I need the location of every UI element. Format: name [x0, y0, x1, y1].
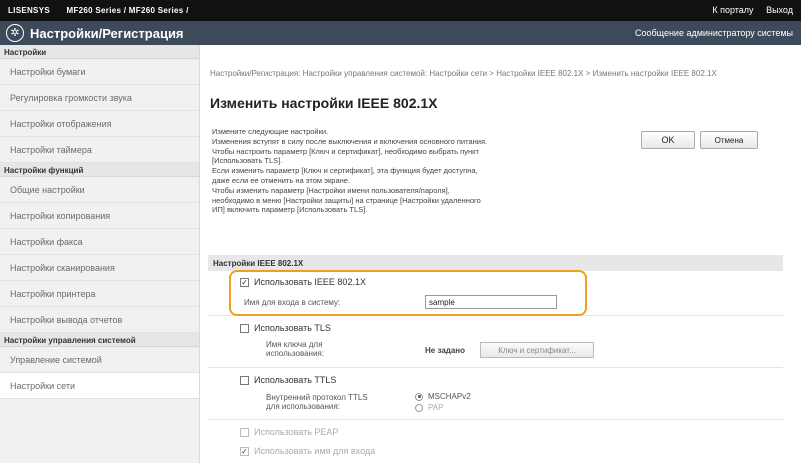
- main-content: Настройки/Регистрация: Настройки управле…: [200, 45, 801, 463]
- brand-name: LISENSYS: [8, 6, 50, 15]
- page-header-title: Настройки/Регистрация: [30, 26, 184, 41]
- portal-link[interactable]: К порталу: [712, 5, 753, 15]
- title-bar: ✲ Настройки/Регистрация Сообщение админи…: [0, 21, 801, 45]
- ttls-option-mschapv2[interactable]: MSCHAPv2: [415, 392, 471, 401]
- logout-link[interactable]: Выход: [766, 5, 793, 15]
- sidebar-item-display[interactable]: Настройки отображения: [0, 111, 199, 137]
- sidebar-item-system-management[interactable]: Управление системой: [0, 347, 199, 373]
- key-certificate-button[interactable]: Ключ и сертификат...: [480, 342, 594, 358]
- ok-button[interactable]: OK: [641, 131, 695, 149]
- ttls-option-label: MSCHAPv2: [428, 392, 471, 401]
- settings-gear-icon: ✲: [6, 24, 24, 42]
- key-name-label-line: Имя ключа для: [266, 340, 323, 349]
- sidebar-item-timer[interactable]: Настройки таймера: [0, 137, 199, 163]
- sidebar-item-network[interactable]: Настройки сети: [0, 373, 199, 399]
- key-name-label: Имя ключа для использования:: [266, 340, 324, 358]
- sidebar-group-heading: Настройки управления системой: [0, 333, 199, 347]
- model-name: MF260 Series / MF260 Series /: [66, 6, 189, 15]
- sidebar-item-scan[interactable]: Настройки сканирования: [0, 255, 199, 281]
- divider: [208, 367, 783, 368]
- section-heading: Настройки IEEE 802.1X: [208, 255, 783, 271]
- description-line: даже если ее отменить на этом экране.: [212, 175, 351, 185]
- use-peap-checkbox[interactable]: [240, 427, 249, 437]
- use-tls-checkbox[interactable]: [240, 323, 249, 333]
- description-line: ИП] включить параметр [Использовать TLS]…: [212, 205, 368, 215]
- use-login-name-row: Использовать имя для входа: [240, 446, 375, 456]
- top-bar: LISENSYS MF260 Series / MF260 Series / К…: [0, 0, 801, 21]
- ttls-option-label: PAP: [428, 403, 444, 412]
- use-peap-label: Использовать PEAP: [254, 427, 339, 437]
- sidebar: Настройки Настройки бумаги Регулировка г…: [0, 45, 200, 463]
- sidebar-item-copy[interactable]: Настройки копирования: [0, 203, 199, 229]
- description-line: [Использовать TLS].: [212, 156, 283, 166]
- sidebar-item-fax[interactable]: Настройки факса: [0, 229, 199, 255]
- key-name-value: Не задано: [425, 346, 466, 355]
- breadcrumb: Настройки/Регистрация: Настройки управле…: [210, 69, 717, 78]
- use-ttls-label: Использовать TTLS: [254, 375, 337, 385]
- highlight-frame: [229, 270, 587, 316]
- use-tls-row: Использовать TLS: [240, 323, 331, 333]
- sidebar-item-volume[interactable]: Регулировка громкости звука: [0, 85, 199, 111]
- sidebar-item-paper[interactable]: Настройки бумаги: [0, 59, 199, 85]
- description-line: Чтобы настроить параметр [Ключ и сертифи…: [212, 146, 479, 156]
- sidebar-item-reports[interactable]: Настройки вывода отчетов: [0, 307, 199, 333]
- use-ttls-row: Использовать TTLS: [240, 375, 336, 385]
- use-ttls-checkbox[interactable]: [240, 375, 249, 385]
- ttls-protocol-label-line: Внутренний протокол TTLS: [266, 393, 368, 402]
- use-login-name-label: Использовать имя для входа: [254, 446, 376, 456]
- page-title: Изменить настройки IEEE 802.1X: [210, 95, 438, 111]
- device-model: LISENSYS MF260 Series / MF260 Series /: [8, 6, 189, 15]
- radio-button[interactable]: [415, 392, 423, 401]
- description-line: Чтобы изменить параметр [Настройки имени…: [212, 185, 450, 195]
- description-line: необходимо в меню [Настройки защиты] на …: [212, 195, 481, 205]
- divider: [208, 419, 783, 420]
- key-name-label-line: использования:: [266, 349, 324, 358]
- cancel-button[interactable]: Отмена: [700, 131, 758, 149]
- description-line: Изменения вступят в силу после выключени…: [212, 136, 488, 146]
- admin-message-link[interactable]: Сообщение администратору системы: [635, 28, 793, 38]
- description-line: Измените следующие настройки.: [212, 127, 329, 136]
- sidebar-group-heading: Настройки функций: [0, 163, 199, 177]
- ttls-option-pap[interactable]: PAP: [415, 403, 443, 412]
- sidebar-group-heading: Настройки: [0, 45, 199, 59]
- use-login-name-checkbox[interactable]: [240, 446, 249, 456]
- use-tls-label: Использовать TLS: [254, 323, 331, 333]
- description: Измените следующие настройки. Изменения …: [212, 127, 632, 215]
- top-links: К порталу Выход: [702, 5, 793, 15]
- radio-button[interactable]: [415, 403, 423, 412]
- ttls-protocol-label-line: для использования:: [266, 402, 340, 411]
- description-line: Если изменить параметр [Ключ и сертифика…: [212, 166, 478, 176]
- use-peap-row: Использовать PEAP: [240, 427, 338, 437]
- sidebar-item-general[interactable]: Общие настройки: [0, 177, 199, 203]
- sidebar-item-printer[interactable]: Настройки принтера: [0, 281, 199, 307]
- ttls-protocol-label: Внутренний протокол TTLS для использован…: [266, 393, 368, 411]
